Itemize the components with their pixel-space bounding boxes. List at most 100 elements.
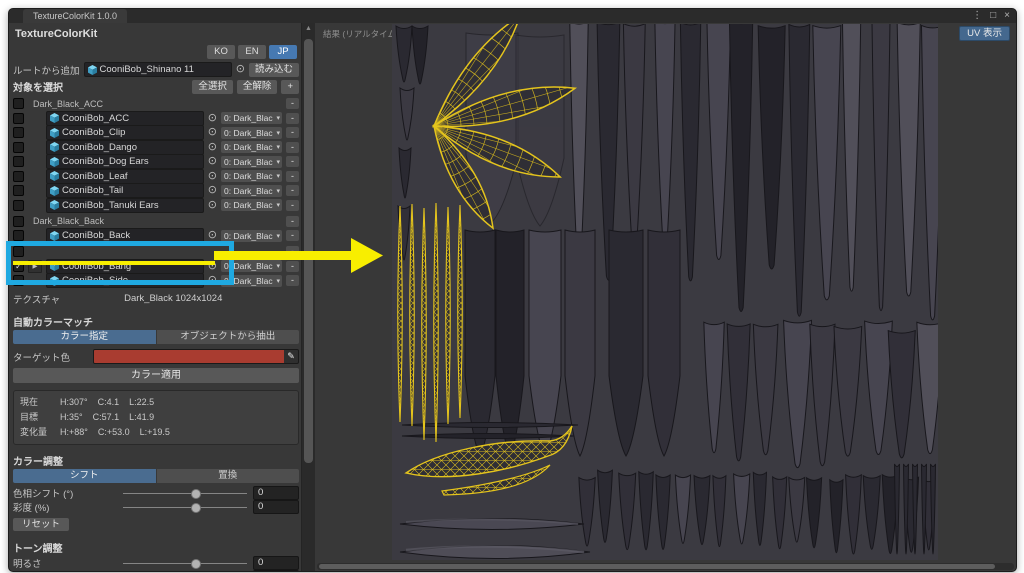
apply-color-button[interactable]: カラー適用 [13,368,299,383]
object-field[interactable]: CooniBob_Clip [46,125,204,140]
window-tab[interactable]: TextureColorKit 1.0.0 [23,9,128,23]
remove-group-button[interactable]: - [286,98,299,109]
remove-item-button[interactable]: - [286,141,299,153]
object-field[interactable]: CooniBob_Leaf [46,168,204,184]
item-checkbox[interactable] [13,230,24,241]
material-dropdown[interactable]: 0: Dark_Blac ▾ [221,155,282,168]
horizontal-scrollbar[interactable] [317,563,1014,570]
object-picker-icon[interactable]: ⊙ [208,126,217,139]
object-picker-icon[interactable]: ⊙ [208,112,217,125]
select-all-button[interactable]: 全選択 [192,79,233,94]
reset-button[interactable]: リセット [13,518,70,531]
remove-item-button[interactable]: - [286,230,299,241]
list-item[interactable]: CooniBob_Tanuki Ears ⊙ 0: Dark_Blac ▾ - [13,197,299,213]
item-checkbox[interactable] [13,127,24,138]
lang-button-jp[interactable]: JP [269,45,297,59]
object-picker-icon[interactable]: ⊙ [208,199,217,212]
tone-slider-0-slider[interactable] [123,556,247,570]
color-slider-1-slider[interactable] [123,500,247,514]
close-icon[interactable]: × [1004,9,1010,23]
material-dropdown[interactable]: 0: Dark_Blac ▾ [221,199,282,211]
list-item[interactable]: CooniBob_Side ⊙ 0: Dark_Blac ▾ - [13,273,299,288]
material-dropdown[interactable]: 0: Dark_Blac ▾ [221,126,282,139]
material-dropdown[interactable]: 0: Dark_Blac ▾ [221,260,282,272]
clear-all-button[interactable]: 全解除 [236,79,278,94]
object-field[interactable]: CooniBob_Side [46,273,204,288]
remove-item-button[interactable]: - [286,199,299,211]
object-picker-icon[interactable]: ⊙ [208,260,217,273]
tab-extract-from-object[interactable]: オブジェクトから抽出 [156,330,299,344]
scroll-up-icon[interactable]: ▲ [302,25,315,32]
object-field[interactable]: CooniBob_Tail [46,183,204,198]
tone-slider-1-value[interactable]: 0 [253,570,299,571]
material-dropdown[interactable]: 0: Dark_Blac ▾ [221,184,282,197]
target-color-swatch[interactable] [94,350,284,363]
item-checkbox[interactable] [13,156,24,167]
item-checkbox[interactable] [13,141,24,153]
eyedropper-icon[interactable]: ✎ [284,350,298,363]
item-checkbox[interactable]: ✓ [13,260,24,272]
window-titlebar[interactable]: TextureColorKit 1.0.0 ⋮ □ × [9,9,1016,23]
hscrollbar-thumb[interactable] [319,564,996,569]
slider-knob[interactable] [191,489,202,499]
item-checkbox[interactable] [13,112,24,124]
remove-item-button[interactable]: - [286,275,299,286]
list-item[interactable]: CooniBob_ACC ⊙ 0: Dark_Blac ▾ - [13,110,299,126]
item-checkbox[interactable] [13,199,24,211]
remove-item-button[interactable]: - [286,156,299,167]
list-item[interactable]: CooniBob_Leaf ⊙ 0: Dark_Blac ▾ - [13,168,299,184]
color-slider-0-value[interactable]: 0 [253,486,299,500]
object-field[interactable]: CooniBob_Tanuki Ears [46,197,204,213]
group-checkbox[interactable] [13,246,24,257]
remove-item-button[interactable]: - [286,185,299,196]
remove-item-button[interactable]: - [286,170,299,182]
tab-color-spec[interactable]: カラー指定 [13,330,156,344]
remove-group-button[interactable]: - [286,246,299,257]
uv-display-button[interactable]: UV 表示 [959,26,1010,41]
color-slider-1-value[interactable]: 0 [253,500,299,514]
list-item[interactable]: CooniBob_Clip ⊙ 0: Dark_Blac ▾ - [13,125,299,140]
lang-button-ko[interactable]: KO [207,45,235,59]
root-object-field[interactable]: CooniBob_Shinano 11 [83,62,232,77]
slider-knob[interactable] [191,559,202,569]
tab-shift[interactable]: シフト [13,469,156,483]
remove-item-button[interactable]: - [286,127,299,138]
list-item[interactable]: CooniBob_Tail ⊙ 0: Dark_Blac ▾ - [13,183,299,198]
target-color-field[interactable]: ✎ [93,349,299,364]
group-checkbox[interactable] [13,98,24,109]
menu-icon[interactable]: ⋮ [972,9,982,23]
object-picker-icon[interactable]: ⊙ [208,184,217,197]
list-item[interactable]: ✓ ▶ CooniBob_Bang ⊙ 0: Dark_Blac ▾ - [13,258,299,274]
remove-item-button[interactable]: - [286,260,299,272]
item-checkbox[interactable] [13,170,24,182]
object-picker-icon[interactable]: ⊙ [208,229,217,242]
object-picker-icon[interactable]: ⊙ [208,274,217,287]
object-field[interactable]: CooniBob_Back [46,228,204,243]
lang-button-en[interactable]: EN [238,45,266,59]
scrollbar-thumb[interactable] [304,39,313,463]
object-field[interactable]: CooniBob_Dog Ears [46,154,204,169]
group-checkbox[interactable] [13,215,24,227]
object-field[interactable]: CooniBob_Bang [46,258,204,274]
item-checkbox[interactable] [13,185,24,196]
item-checkbox[interactable] [13,275,24,286]
object-field[interactable]: CooniBob_ACC [46,110,204,126]
list-item[interactable]: CooniBob_Back ⊙ 0: Dark_Blac ▾ - [13,228,299,243]
maximize-icon[interactable]: □ [990,9,996,23]
tone-slider-1-slider[interactable] [123,570,247,571]
material-dropdown[interactable]: 0: Dark_Blac ▾ [221,229,282,242]
object-picker-icon[interactable]: ⊙ [236,63,245,76]
material-dropdown[interactable]: 0: Dark_Blac ▾ [221,170,282,182]
list-item[interactable]: CooniBob_Dog Ears ⊙ 0: Dark_Blac ▾ - [13,154,299,169]
object-picker-icon[interactable]: ⊙ [208,170,217,183]
material-dropdown[interactable]: 0: Dark_Blac ▾ [221,274,282,287]
expand-toggle-icon[interactable]: ▶ [28,259,42,273]
material-dropdown[interactable]: 0: Dark_Blac ▾ [221,141,282,153]
color-slider-0-slider[interactable] [123,486,247,500]
tab-replace[interactable]: 置換 [156,469,299,483]
slider-knob[interactable] [191,503,202,513]
object-picker-icon[interactable]: ⊙ [208,141,217,154]
load-button[interactable]: 読み込む [248,62,299,77]
remove-item-button[interactable]: - [286,112,299,124]
add-group-button[interactable]: + [281,79,299,94]
